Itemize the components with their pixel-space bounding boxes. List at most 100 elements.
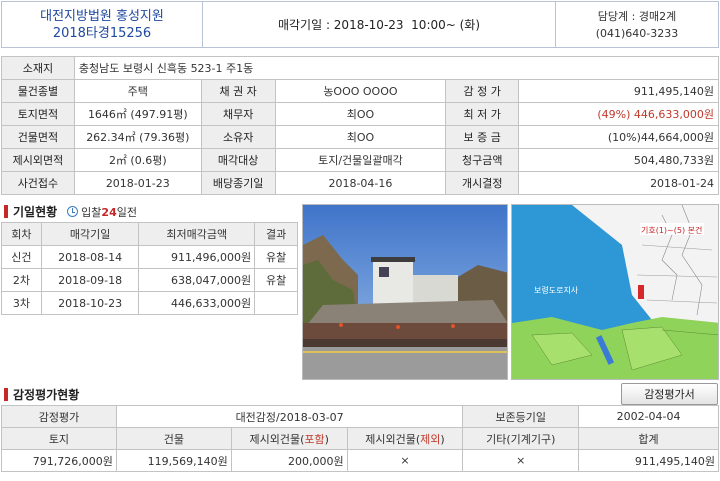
contact-info: 담당계 : 경매2계 (041)640-3233 xyxy=(555,2,718,47)
section-marker xyxy=(4,388,8,401)
sale-date-cell: 2018-08-14 xyxy=(40,245,140,269)
info-label: 채무자 xyxy=(200,102,276,126)
info-value: 1646㎡ (497.91평) xyxy=(73,102,202,126)
info-value: 2018-01-24 xyxy=(518,171,719,195)
total-value: 911,495,140원 xyxy=(578,449,719,472)
history-header-row: 회차 매각기일 최저매각금액 결과 xyxy=(1,222,298,246)
info-row: 제시외면적 2㎡ (0.6평) 매각대상 토지/건물일괄매각 청구금액 504,… xyxy=(1,148,719,172)
appraisal-report-button[interactable]: 감정평가서 xyxy=(621,383,718,405)
info-label: 소유자 xyxy=(200,125,276,149)
other-value: × xyxy=(462,449,580,472)
column-header: 토지 xyxy=(1,427,117,450)
table-row: 2차 2018-09-18 638,047,000원 유찰 xyxy=(1,268,298,292)
phone-number: (041)640-3233 xyxy=(595,26,679,40)
column-header: 건물 xyxy=(115,427,232,450)
info-value: 최OO xyxy=(274,102,447,126)
info-label: 제시외면적 xyxy=(1,148,75,172)
appraisal-section-title: 감정평가현황 xyxy=(4,386,79,403)
clock-icon xyxy=(67,206,79,217)
info-row: 물건종별 주택 채 권 자 농OOO OOOO 감 정 가 911,495,14… xyxy=(1,79,719,103)
building-value: 119,569,140원 xyxy=(115,449,232,472)
sale-date-cell: 2018-10-23 xyxy=(40,291,140,315)
info-value: 262.34㎡ (79.36평) xyxy=(73,125,202,149)
minimum-price: (49%) 446,633,000원 xyxy=(518,102,719,126)
min-price-cell: 911,496,000원 xyxy=(138,245,256,269)
table-row: 신건 2018-08-14 911,496,000원 유찰 xyxy=(1,245,298,269)
info-label: 보 증 금 xyxy=(445,125,520,149)
history-section-title: 기일현황 입찰24일전 xyxy=(4,203,137,220)
countdown-days: 24 xyxy=(101,205,117,219)
table-row: 3차 2018-10-23 446,633,000원 xyxy=(1,291,298,315)
cadastral-map[interactable]: 기호(1)~(5) 본건 보령도로지사 xyxy=(511,204,719,380)
column-header: 매각기일 xyxy=(40,222,140,246)
extra-excl-value: × xyxy=(346,449,464,472)
land-value: 791,726,000원 xyxy=(1,449,117,472)
info-label: 개시결정 xyxy=(445,171,520,195)
info-value: 최OO xyxy=(274,125,447,149)
info-label: 채 권 자 xyxy=(200,79,276,103)
appraisal-title: 감정평가현황 xyxy=(13,388,80,402)
bid-countdown: 입찰24일전 xyxy=(81,205,137,219)
info-label: 물건종별 xyxy=(1,79,75,103)
extra-incl-value: 200,000원 xyxy=(230,449,348,472)
map-label-office: 보령도로지사 xyxy=(534,286,579,295)
appraisal-table: 감정평가 대전감정/2018-03-07 보존등기일 2002-04-04 토지… xyxy=(1,405,719,472)
court-name: 대전지방법원 홍성지원 xyxy=(40,8,164,24)
registration-label: 보존등기일 xyxy=(462,405,580,428)
claim-amount: 504,480,733원 xyxy=(518,148,719,172)
result-cell xyxy=(254,291,298,315)
column-header: 결과 xyxy=(254,222,298,246)
info-value: 2018-01-23 xyxy=(73,171,202,195)
property-photo[interactable] xyxy=(302,204,508,380)
column-header: 제시외건물(제외) xyxy=(346,427,464,450)
map-label-property: 기호(1)~(5) 본건 xyxy=(641,226,703,235)
column-header: 회차 xyxy=(1,222,42,246)
table-row: 791,726,000원 119,569,140원 200,000원 × × 9… xyxy=(1,449,719,472)
deposit: (10%)44,664,000원 xyxy=(518,125,719,149)
address-label: 소재지 xyxy=(1,56,75,80)
appraisal-label: 감정평가 xyxy=(1,405,117,428)
property-info-table: 소재지 충청남도 보령시 신흑동 523-1 주1동 물건종별 주택 채 권 자… xyxy=(1,56,720,195)
sale-date-cell: 2018-09-18 xyxy=(40,268,140,292)
info-label: 건물면적 xyxy=(1,125,75,149)
section-marker xyxy=(4,205,8,218)
history-title: 기일현황 xyxy=(13,205,58,219)
case-number: 2018타경15256 xyxy=(52,25,152,41)
info-row: 토지면적 1646㎡ (497.91평) 채무자 최OO 최 저 가 (49%)… xyxy=(1,102,719,126)
min-price-cell: 638,047,000원 xyxy=(138,268,256,292)
column-header: 최저매각금액 xyxy=(138,222,256,246)
sale-date: 매각기일 : 2018-10-23 10:00~ (화) xyxy=(277,18,481,32)
info-value: 농OOO OOOO xyxy=(274,79,447,103)
property-photo-image xyxy=(303,205,507,379)
appraisal-agency: 대전감정/2018-03-07 xyxy=(115,405,464,428)
column-header: 기타(기계기구) xyxy=(462,427,580,450)
sale-history-table: 회차 매각기일 최저매각금액 결과 신건 2018-08-14 911,496,… xyxy=(1,222,298,315)
address-value: 충청남도 보령시 신흑동 523-1 주1동 xyxy=(73,56,720,80)
round: 신건 xyxy=(1,245,42,269)
info-label: 매각대상 xyxy=(200,148,276,172)
column-header: 제시외건물(포함) xyxy=(230,427,348,450)
registration-date: 2002-04-04 xyxy=(578,405,719,428)
round: 2차 xyxy=(1,268,42,292)
info-value: 2018-04-16 xyxy=(274,171,447,195)
case-header: 대전지방법원 홍성지원 2018타경15256 매각기일 : 2018-10-2… xyxy=(1,1,719,48)
result-cell: 유찰 xyxy=(254,268,298,292)
appraised-price: 911,495,140원 xyxy=(518,79,719,103)
result-cell: 유찰 xyxy=(254,245,298,269)
court-info: 대전지방법원 홍성지원 2018타경15256 xyxy=(2,2,203,47)
round: 3차 xyxy=(1,291,42,315)
info-value: 2㎡ (0.6평) xyxy=(73,148,202,172)
info-label: 사건접수 xyxy=(1,171,75,195)
info-value: 토지/건물일괄매각 xyxy=(274,148,447,172)
info-label: 청구금액 xyxy=(445,148,520,172)
min-price-cell: 446,633,000원 xyxy=(138,291,256,315)
info-label: 배당종기일 xyxy=(200,171,276,195)
appraisal-header-row: 토지 건물 제시외건물(포함) 제시외건물(제외) 기타(기계기구) 합계 xyxy=(1,427,719,450)
info-label: 최 저 가 xyxy=(445,102,520,126)
info-label: 감 정 가 xyxy=(445,79,520,103)
address-row: 소재지 충청남도 보령시 신흑동 523-1 주1동 xyxy=(1,56,720,80)
appraisal-summary-row: 감정평가 대전감정/2018-03-07 보존등기일 2002-04-04 xyxy=(1,405,719,428)
info-row: 건물면적 262.34㎡ (79.36평) 소유자 최OO 보 증 금 (10%… xyxy=(1,125,719,149)
info-label: 토지면적 xyxy=(1,102,75,126)
column-header: 합계 xyxy=(578,427,719,450)
